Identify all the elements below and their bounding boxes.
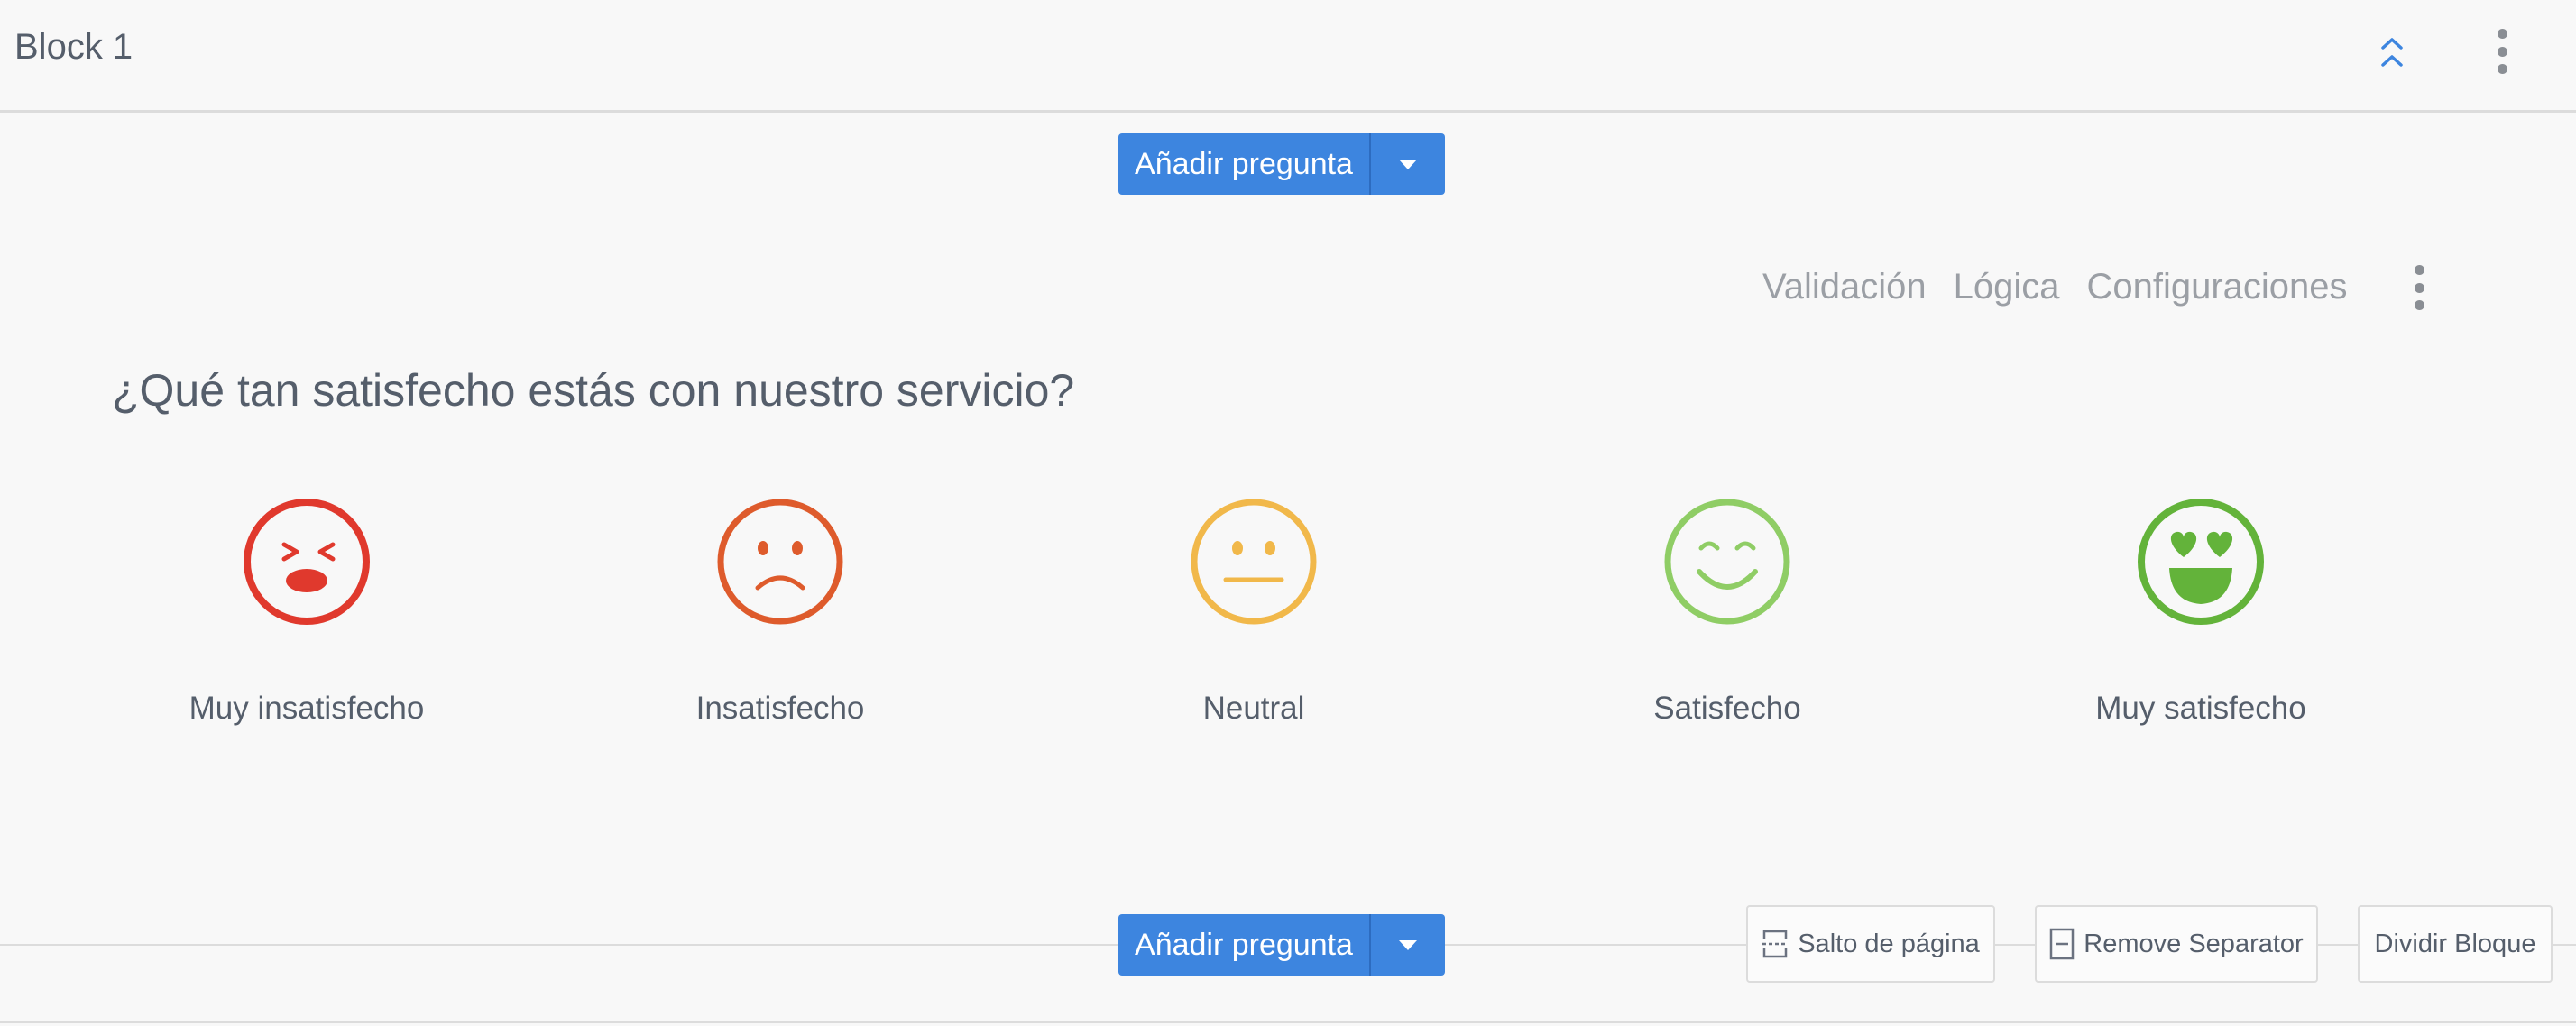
option-label: Insatisfecho [695, 691, 865, 726]
add-question-dropdown-button[interactable] [1371, 133, 1445, 195]
block-bottom-border [0, 1021, 2576, 1023]
remove-separator-label: Remove Separator [2084, 929, 2304, 958]
add-question-button[interactable]: Añadir pregunta [1118, 914, 1371, 976]
option-label: Satisfecho [1653, 691, 1801, 726]
question-toolbar: Validación Lógica Configuraciones [1762, 261, 2348, 312]
rating-option-very-satisfied[interactable]: Muy satisfecho [2038, 494, 2363, 747]
rating-option-satisfied[interactable]: Satisfecho [1565, 494, 1890, 747]
question-title[interactable]: ¿Qué tan satisfecho estás con nuestro se… [112, 364, 1074, 417]
split-block-label: Dividir Bloque [2374, 929, 2536, 958]
block-menu-kebab-icon[interactable] [2491, 29, 2513, 74]
page-break-label: Salto de página [1798, 929, 1980, 958]
survey-editor: Block 1 Añadir pregunta Validación Lógic… [0, 0, 2576, 1026]
collapse-block-button[interactable] [2370, 27, 2414, 78]
rating-option-very-dissatisfied[interactable]: Muy insatisfecho [144, 494, 469, 747]
option-label: Muy insatisfecho [189, 691, 425, 726]
very-satisfied-face-icon [2138, 499, 2264, 625]
block-header: Block 1 [0, 0, 2576, 113]
caret-down-icon [1399, 159, 1417, 169]
chevron-collapse-icon [2381, 38, 2403, 67]
satisfied-face-icon [1664, 499, 1790, 625]
page-break-button[interactable]: Salto de página [1746, 905, 1995, 983]
split-block-button[interactable]: Dividir Bloque [2358, 905, 2553, 983]
validation-link[interactable]: Validación [1762, 267, 1927, 307]
add-question-split-button-bottom: Añadir pregunta [1118, 914, 1445, 976]
neutral-face-icon [1191, 499, 1317, 625]
rating-option-dissatisfied[interactable]: Insatisfecho [618, 494, 943, 747]
very-dissatisfied-face-icon [244, 499, 370, 625]
remove-separator-icon [2049, 928, 2075, 960]
option-label: Muy satisfecho [2095, 691, 2306, 726]
logic-link[interactable]: Lógica [1954, 267, 2060, 307]
remove-separator-button[interactable]: Remove Separator [2035, 905, 2318, 983]
settings-link[interactable]: Configuraciones [2086, 267, 2347, 307]
dissatisfied-face-icon [717, 499, 843, 625]
block-title: Block 1 [14, 27, 133, 67]
question-menu-kebab-icon[interactable] [2408, 265, 2430, 310]
add-question-split-button-top: Añadir pregunta [1118, 133, 1445, 195]
caret-down-icon [1399, 939, 1417, 950]
option-label: Neutral [1202, 691, 1305, 726]
add-question-button[interactable]: Añadir pregunta [1118, 133, 1371, 195]
rating-option-neutral[interactable]: Neutral [1091, 494, 1416, 747]
page-break-icon [1762, 929, 1789, 959]
add-question-dropdown-button[interactable] [1371, 914, 1445, 976]
